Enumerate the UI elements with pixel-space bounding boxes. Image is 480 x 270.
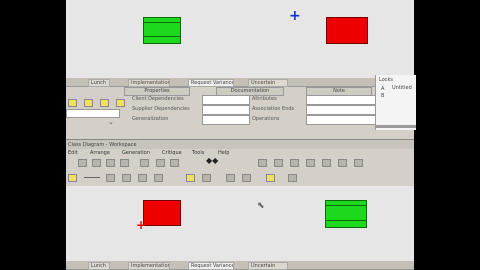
menu-tools[interactable]: Tools [192,150,204,156]
diagram-icon[interactable] [338,159,347,167]
diagram-icon[interactable] [290,159,299,167]
attributes-field[interactable] [306,95,376,105]
red-class-box[interactable] [143,200,181,226]
diagram-icon[interactable] [322,159,331,167]
bottom-tab-bar: Lunch Implementation Request Variance Un… [66,261,414,270]
red-class-box[interactable] [326,17,368,44]
folder-icon[interactable] [100,99,109,107]
toolbar-row-2 [66,172,414,182]
bottom-diagram-canvas[interactable]: + ⬉ [66,186,414,261]
pointer-cursor-icon: ⬉ [257,201,265,211]
tab-uncertain[interactable]: Uncertain [248,262,288,270]
menu-edit[interactable]: Edit [68,150,78,156]
operations-field[interactable] [306,115,376,125]
class-tool-icon[interactable] [68,174,77,182]
client-dependencies-field[interactable] [202,95,250,105]
label-client-dependencies: Client Dependencies [132,96,184,102]
green-class-box[interactable] [325,200,367,228]
generalization-field[interactable] [202,115,250,125]
side-panel-label: Untitled [392,85,412,91]
top-diagram-canvas[interactable]: + [66,0,414,78]
arrow-tool-icon[interactable] [106,174,115,182]
horizontal-scrollbar[interactable] [376,125,416,128]
name-field[interactable] [66,109,120,118]
side-panel: Locks Untitled A B [375,75,416,130]
paste-icon[interactable] [106,159,115,167]
side-panel-label: Locks [379,77,394,83]
menu-generation[interactable]: Generation [122,150,150,156]
properties-panel: Properties Documentation Note ⌄ Client D… [66,87,376,130]
fill-color-icon[interactable] [288,174,297,182]
diagram-icon[interactable] [306,159,315,167]
note-tool-icon[interactable] [186,174,195,182]
move-cursor-icon: + [136,218,147,232]
folder-icon[interactable] [116,99,125,107]
folder-icon[interactable] [266,174,275,182]
zoom-icon[interactable] [156,159,165,167]
cut-icon[interactable] [78,159,87,167]
toolbar-row-1: ◆◆ [66,157,414,167]
binoculars-icon[interactable]: ◆◆ [206,157,218,165]
diagram-icon[interactable] [258,159,267,167]
tab-uncertain[interactable]: Uncertain [248,79,288,87]
side-panel-item[interactable]: B [381,93,384,99]
find-icon[interactable] [140,159,149,167]
text-tool-icon[interactable] [202,174,211,182]
application-window: + Lunch Implementation Request Variance … [66,0,414,270]
layout-icon[interactable] [170,159,179,167]
shape-tool-icon[interactable] [242,174,251,182]
shape-tool-icon[interactable] [226,174,235,182]
green-class-box[interactable] [143,17,181,44]
arrow-tool-icon[interactable] [138,174,147,182]
side-panel-item[interactable]: A [381,86,384,92]
window-title: Class Diagram - Workspace [68,142,137,148]
tab-request-variance[interactable]: Request Variance [188,262,234,270]
label-operations: Operations [252,116,280,122]
tab-properties[interactable]: Properties [124,87,190,96]
label-association-ends: Association Ends [252,106,295,112]
menu-help[interactable]: Help [218,150,229,156]
label-attributes: Attributes [252,96,277,102]
diagram-icon[interactable] [354,159,363,167]
arrow-tool-icon[interactable] [122,174,131,182]
menu-arrange[interactable]: Arrange [90,150,110,156]
arrow-tool-icon[interactable] [154,174,163,182]
diagram-icon[interactable] [274,159,283,167]
tab-lunch[interactable]: Lunch [88,79,110,87]
tab-implementation[interactable]: Implementation [128,79,170,87]
label-generalization: Generalization [132,116,169,122]
tab-request-variance[interactable]: Request Variance [188,79,234,87]
menu-critique[interactable]: Critique [162,150,182,156]
label-supplier-dependencies: Supplier Dependencies [132,106,190,112]
copy-icon[interactable] [92,159,101,167]
folder-icon[interactable] [68,99,77,107]
tab-implementation[interactable]: Implementation [128,262,170,270]
association-tool-icon[interactable] [84,177,100,178]
chevron-down-icon[interactable]: ⌄ [108,119,114,126]
association-ends-field[interactable] [306,105,376,115]
crosshair-cursor-icon: + [289,8,301,24]
menu-bar: Edit Arrange Generation Critique Tools H… [66,149,414,157]
delete-icon[interactable] [120,159,129,167]
supplier-dependencies-field[interactable] [202,105,250,115]
tab-lunch[interactable]: Lunch [88,262,110,270]
top-tab-bar: Lunch Implementation Request Variance Un… [66,78,414,87]
folder-icon[interactable] [84,99,93,107]
